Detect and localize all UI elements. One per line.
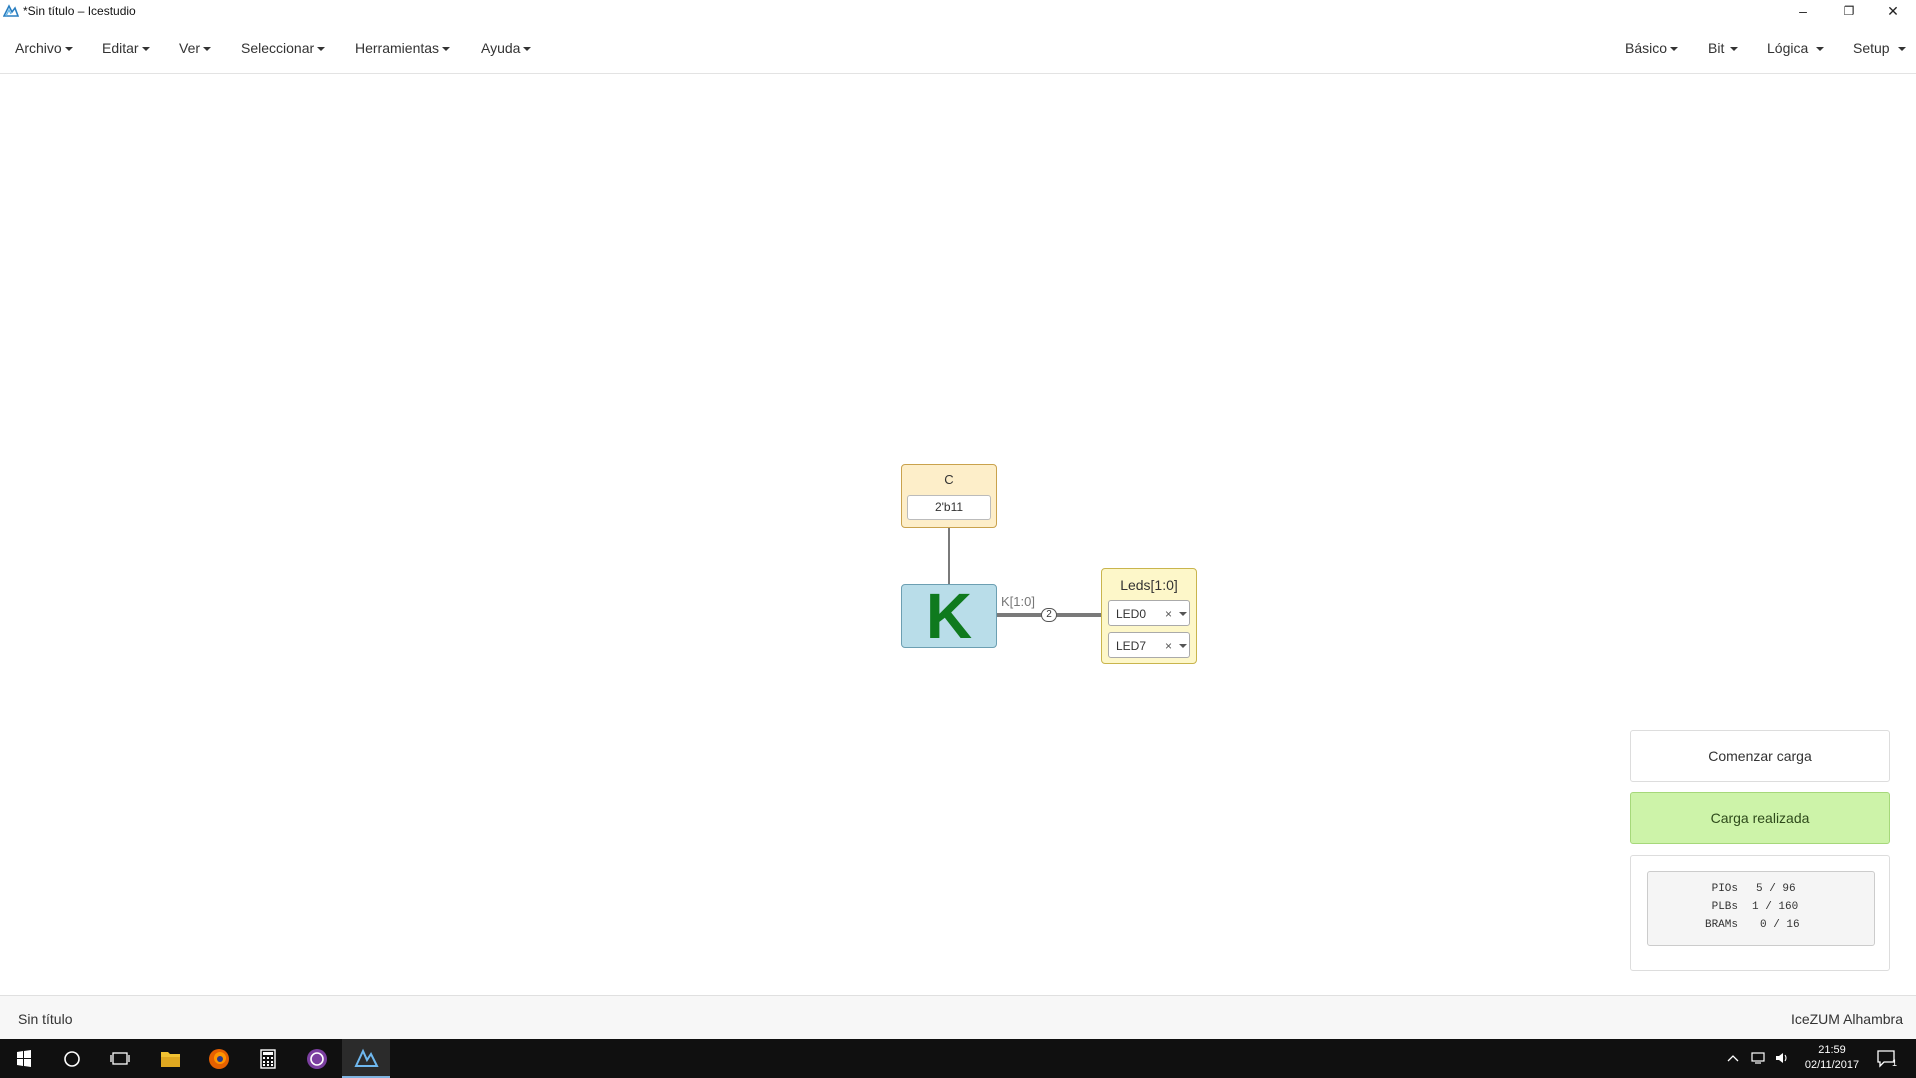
pin-value: LED0 xyxy=(1116,607,1147,621)
menu-editar[interactable]: Editar xyxy=(102,40,150,56)
wire-constant-to-code[interactable] xyxy=(948,528,950,584)
pin-select-0[interactable]: LED0 × xyxy=(1108,600,1190,626)
caret-down-icon xyxy=(203,47,212,52)
caret-down-icon xyxy=(442,47,451,52)
volume-icon[interactable] xyxy=(1774,1051,1790,1078)
stats-row: PIOs 5 / 96 xyxy=(1648,883,1876,900)
cortana-circle-icon xyxy=(64,1051,80,1067)
taskbar-firefox[interactable] xyxy=(195,1039,243,1078)
clock[interactable]: 21:59 02/11/2017 xyxy=(1800,1043,1864,1078)
start-button[interactable] xyxy=(0,1039,48,1078)
stats-row: PLBs 1 / 160 xyxy=(1648,901,1876,918)
code-block[interactable]: K xyxy=(901,580,997,652)
caret-down-icon xyxy=(1730,47,1739,52)
task-view-icon xyxy=(110,1052,130,1065)
resource-stats: PIOs 5 / 96 PLBs 1 / 160 BRAMs 0 / 16 xyxy=(1630,855,1890,971)
upload-done-notice: Carga realizada xyxy=(1630,792,1890,844)
constant-block[interactable]: C 2'b11 xyxy=(901,464,997,528)
icestudio-window: *Sin título – Icestudio – ❐ ✕ Archivo Ed… xyxy=(0,0,1916,1078)
menu-ayuda[interactable]: Ayuda xyxy=(481,40,532,56)
caret-down-icon xyxy=(317,47,326,52)
icestudio-logo-icon xyxy=(3,4,19,17)
caret-down-icon xyxy=(1816,47,1825,52)
menu-basico[interactable]: Básico xyxy=(1625,40,1679,56)
resource-stats-table: PIOs 5 / 96 PLBs 1 / 160 BRAMs 0 / 16 xyxy=(1647,871,1875,946)
caret-down-icon xyxy=(1670,47,1679,52)
output-name: Leds[1:0] xyxy=(1120,577,1178,593)
tray-chevron-up-icon[interactable] xyxy=(1726,1051,1740,1078)
caret-down-icon xyxy=(1897,47,1906,52)
menu-bar: Archivo Editar Ver Seleccionar Herramien… xyxy=(0,22,1916,74)
status-bar: Sin título IceZUM Alhambra xyxy=(0,995,1916,1039)
network-icon[interactable] xyxy=(1751,1051,1767,1078)
menu-herramientas[interactable]: Herramientas xyxy=(355,40,451,56)
port-label: K[1:0] xyxy=(1001,594,1035,609)
code-block-letter: K xyxy=(925,580,973,652)
minimize-button[interactable]: – xyxy=(1780,0,1826,22)
design-canvas[interactable]: C 2'b11 K K[1:0] 2 Leds[1:0] LED0 × LED7… xyxy=(0,74,1916,995)
clear-icon[interactable]: × xyxy=(1165,639,1172,653)
taskbar-icestudio[interactable] xyxy=(342,1039,390,1078)
caret-down-icon xyxy=(64,47,73,52)
folder-icon xyxy=(161,1052,180,1067)
icestudio-logo-icon xyxy=(354,1048,379,1067)
taskbar-app-purple[interactable] xyxy=(293,1039,341,1078)
close-button[interactable]: ✕ xyxy=(1870,0,1916,22)
calculator-icon xyxy=(260,1049,276,1069)
app-circle-icon xyxy=(307,1049,327,1069)
board-name[interactable]: IceZUM Alhambra xyxy=(1791,1011,1903,1027)
search-button[interactable] xyxy=(48,1039,96,1078)
stats-row: BRAMs 0 / 16 xyxy=(1648,919,1876,936)
task-view-button[interactable] xyxy=(96,1039,144,1078)
maximize-button[interactable]: ❐ xyxy=(1826,0,1872,22)
clock-time: 21:59 xyxy=(1818,1044,1846,1056)
caret-down-icon xyxy=(523,47,532,52)
chevron-down-icon[interactable] xyxy=(1179,612,1187,616)
caret-down-icon xyxy=(141,47,150,52)
stats-value: 1 / 160 xyxy=(1752,901,1799,913)
stats-label: PIOs xyxy=(1711,883,1738,895)
menu-bit[interactable]: Bit xyxy=(1708,40,1739,56)
start-upload-button[interactable]: Comenzar carga xyxy=(1630,730,1890,782)
stats-value: 0 / 16 xyxy=(1760,919,1800,931)
clear-icon[interactable]: × xyxy=(1165,607,1172,621)
menu-archivo[interactable]: Archivo xyxy=(15,40,73,56)
notifications-button[interactable]: 1 xyxy=(1876,1049,1906,1078)
windows-logo-icon xyxy=(17,1050,31,1067)
firefox-icon xyxy=(209,1049,229,1069)
menu-setup[interactable]: Setup xyxy=(1853,40,1906,56)
taskbar-calculator[interactable] xyxy=(244,1039,292,1078)
window-title: *Sin título – Icestudio xyxy=(23,4,136,18)
title-bar: *Sin título – Icestudio – ❐ ✕ xyxy=(0,0,1916,22)
output-block[interactable]: Leds[1:0] LED0 × LED7 × xyxy=(1101,568,1197,664)
bus-size-badge: 2 xyxy=(1041,608,1057,622)
constant-value-input[interactable]: 2'b11 xyxy=(907,495,991,520)
taskbar-file-explorer[interactable] xyxy=(146,1039,194,1078)
stats-value: 5 / 96 xyxy=(1756,883,1796,895)
stats-label: BRAMs xyxy=(1704,919,1738,931)
project-name: Sin título xyxy=(18,1011,73,1027)
chevron-down-icon[interactable] xyxy=(1179,644,1187,648)
notification-count: 1 xyxy=(1892,1058,1898,1068)
pin-select-1[interactable]: LED7 × xyxy=(1108,632,1190,658)
menu-ver[interactable]: Ver xyxy=(179,40,212,56)
constant-name: C xyxy=(944,472,954,487)
clock-date: 02/11/2017 xyxy=(1804,1059,1860,1071)
menu-logica[interactable]: Lógica xyxy=(1767,40,1825,56)
pin-value: LED7 xyxy=(1116,639,1147,653)
stats-label: PLBs xyxy=(1711,901,1738,913)
windows-taskbar: 21:59 02/11/2017 1 xyxy=(0,1039,1916,1078)
menu-seleccionar[interactable]: Seleccionar xyxy=(241,40,326,56)
